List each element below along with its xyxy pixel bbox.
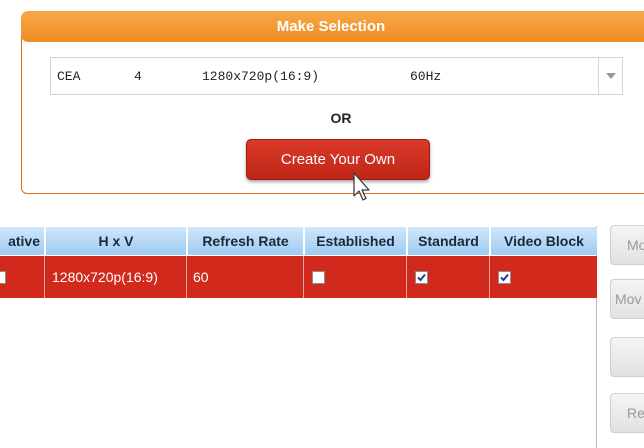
cell-standard xyxy=(408,256,490,298)
timing-select[interactable]: CEA 4 1280x720p(16:9) 60Hz xyxy=(50,57,623,95)
create-your-own-button[interactable]: Create Your Own xyxy=(246,139,430,180)
dropdown-id: 4 xyxy=(134,69,142,84)
column-header-hxv[interactable]: H x V xyxy=(46,227,187,255)
dropdown-refresh: 60Hz xyxy=(410,69,442,84)
chevron-down-icon[interactable] xyxy=(598,58,622,94)
cell-native xyxy=(0,256,45,298)
move-up-button[interactable]: Mo xyxy=(610,225,644,265)
checkbox-video-block[interactable] xyxy=(498,270,511,284)
checkbox-native[interactable] xyxy=(0,270,6,284)
dropdown-resolution: 1280x720p(16:9) xyxy=(202,69,320,84)
cell-video-block xyxy=(491,256,597,298)
column-header-video-block[interactable]: Video Block xyxy=(491,227,597,255)
column-header-refresh-rate[interactable]: Refresh Rate xyxy=(188,227,304,255)
remove-button[interactable]: Re xyxy=(610,393,644,433)
cell-hxv: 1280x720p(16:9) xyxy=(46,256,187,298)
cell-established xyxy=(305,256,407,298)
move-down-button[interactable]: Mov xyxy=(610,279,644,319)
check-icon xyxy=(417,273,426,281)
dropdown-standard: CEA xyxy=(57,69,81,84)
column-header-native[interactable]: ative xyxy=(0,227,45,255)
checkbox-standard[interactable] xyxy=(415,270,428,284)
column-header-established[interactable]: Established xyxy=(305,227,407,255)
or-label: OR xyxy=(330,110,352,126)
cell-refresh-rate: 60 xyxy=(188,256,304,298)
check-icon xyxy=(500,273,509,281)
make-selection-header: Make Selection xyxy=(21,11,644,42)
column-header-standard[interactable]: Standard xyxy=(408,227,490,255)
checkbox-established[interactable] xyxy=(312,270,325,284)
side-action-button[interactable] xyxy=(610,337,644,377)
mouse-cursor-icon xyxy=(352,172,372,202)
